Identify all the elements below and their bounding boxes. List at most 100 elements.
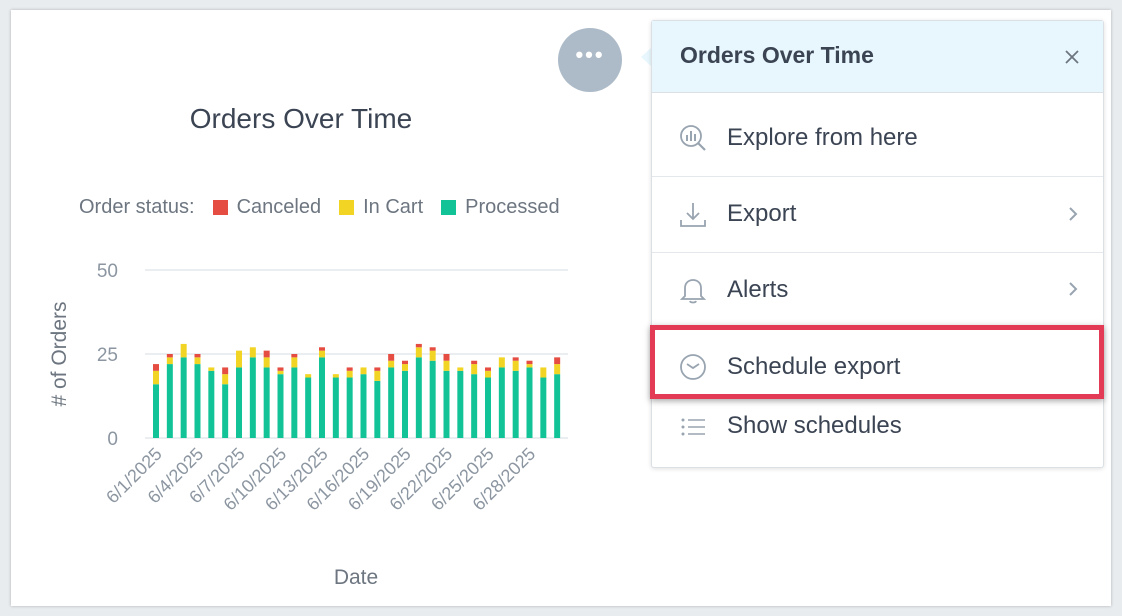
bar-segment-processed[interactable] [429,360,436,438]
y-tick-label: 0 [107,429,118,450]
bar-segment-in-cart[interactable] [443,360,450,371]
bar-segment-processed[interactable] [236,367,242,438]
bar-segment-processed[interactable] [249,357,256,438]
widget-actions-button[interactable]: ••• [558,28,622,92]
bar-segment-in-cart[interactable] [166,357,173,365]
bar-segment-processed[interactable] [485,377,491,438]
bar-segment-processed[interactable] [512,370,519,438]
bar-segment-in-cart[interactable] [180,343,187,358]
bar-segment-in-cart[interactable] [498,357,505,368]
bar-segment-processed[interactable] [402,370,408,438]
bar-segment-in-cart[interactable] [540,367,547,378]
bar-segment-processed[interactable] [222,384,229,438]
bar-segment-in-cart[interactable] [554,364,561,375]
bar-segment-canceled[interactable] [443,354,450,361]
bar-segment-processed[interactable] [415,357,422,438]
bar-segment-canceled[interactable] [415,343,422,348]
menu-item-label: Explore from here [727,124,918,151]
bar-segment-canceled[interactable] [277,367,284,371]
bar-segment-in-cart[interactable] [388,360,395,368]
bar-segment-canceled[interactable] [554,357,561,365]
bar-segment-in-cart[interactable] [249,347,256,358]
bar-segment-processed[interactable] [291,367,298,438]
menu-item-alerts[interactable]: Alerts [652,252,1103,327]
menu-item-show-schedules[interactable]: Show schedules [652,402,1103,466]
bar-segment-canceled[interactable] [319,347,325,351]
bar-segment-canceled[interactable] [374,367,381,371]
bar-segment-in-cart[interactable] [526,364,533,368]
bar-segment-in-cart[interactable] [471,364,478,375]
bar-segment-processed[interactable] [332,377,339,438]
chevron-right-icon [1069,282,1078,296]
bar-segment-processed[interactable] [277,374,284,438]
bar-segment-in-cart[interactable] [485,370,491,378]
bar-segment-canceled[interactable] [346,367,353,371]
widget-options-menu: Orders Over Time Explore from here Expor… [651,20,1104,468]
bar-segment-processed[interactable] [346,377,353,438]
bar-segment-canceled[interactable] [263,350,270,358]
bar-segment-canceled[interactable] [526,360,533,365]
bar-segment-in-cart[interactable] [153,370,159,385]
bar-segment-in-cart[interactable] [512,360,519,371]
bar-segment-in-cart[interactable] [291,357,298,368]
bar-segment-processed[interactable] [166,364,173,438]
menu-item-explore[interactable]: Explore from here [652,101,1103,177]
bar-segment-processed[interactable] [263,367,270,438]
bell-icon [679,279,707,304]
bar-segment-canceled[interactable] [512,357,519,361]
bar-segment-canceled[interactable] [222,367,229,375]
y-tick-label: 50 [97,261,118,282]
bar-segment-in-cart[interactable] [457,367,464,371]
bar-segment-in-cart[interactable] [194,357,201,365]
bar-segment-in-cart[interactable] [236,350,242,368]
bar-segment-processed[interactable] [540,377,547,438]
close-icon[interactable] [1060,45,1084,69]
bar-segment-processed[interactable] [388,367,395,438]
bar-segment-in-cart[interactable] [208,367,215,371]
bar-segment-canceled[interactable] [194,354,201,358]
bar-segment-processed[interactable] [457,370,464,438]
bar-segment-canceled[interactable] [153,364,159,371]
bar-segment-processed[interactable] [208,370,215,438]
bar-segment-in-cart[interactable] [429,350,436,361]
bar-segment-in-cart[interactable] [305,374,312,378]
bar-segment-canceled[interactable] [402,360,408,365]
bar-segment-in-cart[interactable] [415,347,422,358]
bar-segment-processed[interactable] [498,367,505,438]
bar-segment-in-cart[interactable] [346,370,353,378]
bar-segment-processed[interactable] [443,370,450,438]
bar-segment-processed[interactable] [526,367,533,438]
menu-item-export[interactable]: Export [652,176,1103,253]
bar-segment-canceled[interactable] [471,360,478,365]
clock-icon [680,354,706,380]
bar-segment-processed[interactable] [194,364,201,438]
bar-segment-processed[interactable] [471,374,478,438]
bar-segment-processed[interactable] [374,380,381,438]
bar-segment-in-cart[interactable] [263,357,270,368]
x-axis-label: Date [334,566,378,589]
bar-segment-processed[interactable] [360,374,367,438]
y-tick-label: 25 [97,345,118,366]
bar-segment-in-cart[interactable] [319,350,325,358]
bar-segment-processed[interactable] [305,377,312,438]
bar-segment-processed[interactable] [180,357,187,438]
bar-segment-in-cart[interactable] [277,370,284,375]
bar-segment-canceled[interactable] [429,347,436,351]
more-dots-icon: ••• [575,42,605,67]
bar-segment-in-cart[interactable] [332,374,339,378]
bar-segment-canceled[interactable] [485,367,491,371]
bar-segment-processed[interactable] [153,384,159,438]
bar-segment-in-cart[interactable] [374,370,381,381]
bar-segment-in-cart[interactable] [222,374,229,385]
bar-segment-canceled[interactable] [166,354,173,358]
bar-segment-in-cart[interactable] [360,367,367,375]
y-axis-label: # of Orders [48,301,71,406]
bar-segment-in-cart[interactable] [402,364,408,371]
menu-header: Orders Over Time [652,21,1103,93]
bar-segment-processed[interactable] [554,374,561,438]
bar-segment-canceled[interactable] [291,354,298,358]
menu-item-schedule-export[interactable]: Schedule export [652,326,1103,402]
menu-item-label: Schedule export [727,353,901,380]
bar-segment-canceled[interactable] [388,354,395,361]
bar-segment-processed[interactable] [319,357,325,438]
